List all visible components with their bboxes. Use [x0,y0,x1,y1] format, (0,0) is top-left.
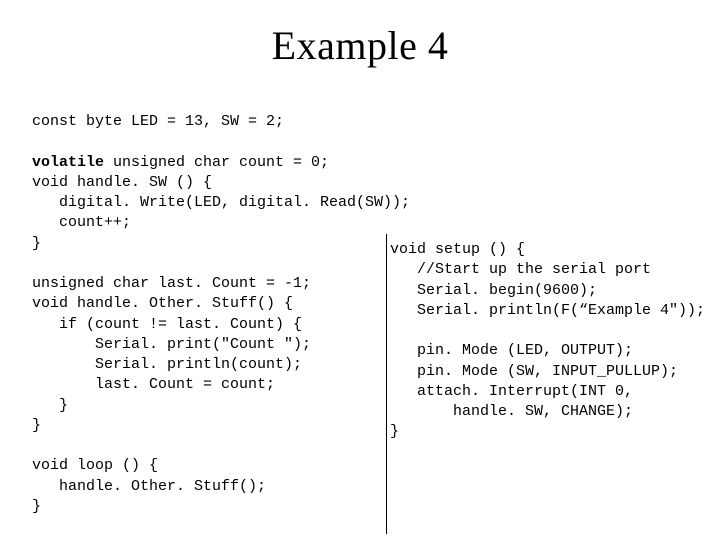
code-left-column: const byte LED = 13, SW = 2; volatile un… [32,112,392,517]
code-area: const byte LED = 13, SW = 2; volatile un… [32,112,698,530]
code-right-block: void setup () { //Start up the serial po… [390,241,705,440]
volatile-rest: unsigned char count = 0; [104,154,329,171]
slide-title: Example 4 [0,0,720,69]
code-left-block: void handle. SW () { digital. Write(LED,… [32,174,410,515]
code-right-column: void setup () { //Start up the serial po… [390,240,720,443]
volatile-keyword: volatile [32,154,104,171]
code-const-line: const byte LED = 13, SW = 2; [32,113,284,130]
slide: Example 4 const byte LED = 13, SW = 2; v… [0,0,720,540]
column-divider [386,234,387,534]
